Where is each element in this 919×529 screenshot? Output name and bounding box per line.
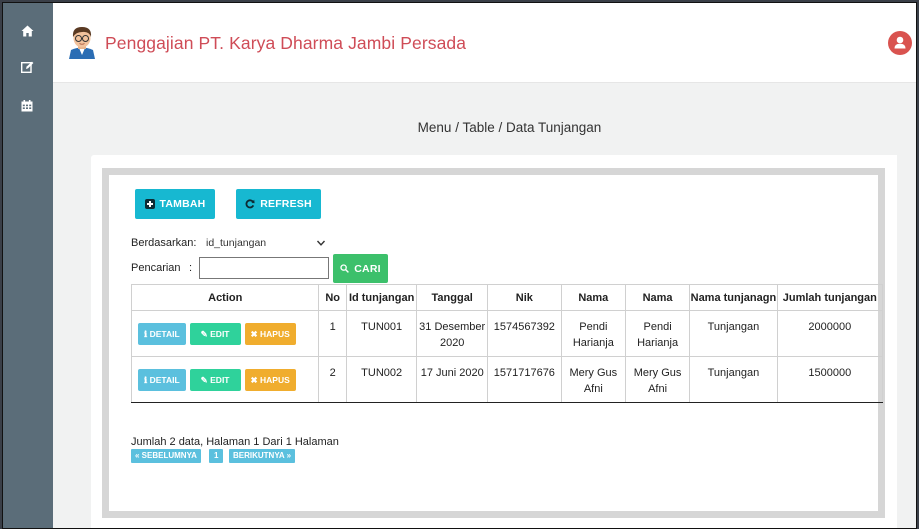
cell-nik: 1571717676	[486, 356, 562, 403]
user-menu-button[interactable]	[888, 31, 912, 55]
tunjangan-table: Action No Id tunjangan Tanggal Nik Nama …	[130, 284, 884, 403]
edit-button[interactable]: ✎ EDIT	[189, 369, 241, 391]
edit-label: EDIT	[210, 329, 230, 339]
cell-tanggal: 31 Desember 2020	[416, 310, 488, 357]
sidebar	[3, 3, 53, 528]
edit-label: EDIT	[210, 375, 230, 385]
data-panel: TAMBAH REFRESH Berdasarkan: id_tunjangan…	[102, 168, 885, 518]
cell-nama-2: Mery Gus Afni	[624, 356, 691, 403]
cell-nama-tunjangan: Tunjangan	[689, 356, 778, 403]
cell-no: 2	[318, 356, 347, 403]
hapus-button[interactable]: ✖ HAPUS	[244, 323, 296, 345]
cell-tanggal: 17 Juni 2020	[416, 356, 488, 403]
header-jumlah-tunjangan: Jumlah tunjangan	[776, 284, 884, 311]
berdasarkan-value: id_tunjangan	[206, 237, 267, 249]
detail-button[interactable]: ℹ DETAIL	[138, 369, 186, 391]
search-input[interactable]	[199, 257, 329, 279]
home-icon[interactable]	[20, 25, 34, 37]
previous-page-button[interactable]: « SEBELUMNYA	[131, 449, 201, 463]
calendar-icon[interactable]	[20, 100, 34, 112]
cell-nama: Mery Gus Afni	[560, 356, 626, 403]
chevron-down-icon	[316, 238, 326, 248]
refresh-button[interactable]: REFRESH	[236, 189, 321, 219]
header-action: Action	[130, 284, 320, 311]
detail-button[interactable]: ℹ DETAIL	[138, 323, 186, 345]
page-1-button[interactable]: 1	[209, 449, 224, 463]
header-nama: Nama	[560, 284, 626, 311]
cell-no: 1	[318, 310, 347, 357]
header-nama-tunjangan: Nama tunjanagn	[689, 284, 778, 311]
next-page-button[interactable]: BERIKUTNYA »	[229, 449, 296, 463]
refresh-icon	[245, 199, 255, 209]
edit-icon[interactable]	[20, 61, 34, 74]
user-icon	[894, 36, 906, 49]
header-nama-2: Nama	[624, 284, 691, 311]
search-icon	[340, 264, 350, 273]
header-no: No	[318, 284, 347, 311]
app-title: Penggajian PT. Karya Dharma Jambi Persad…	[105, 33, 467, 53]
table-row: ℹ DETAIL ✎ EDIT ✖ HAPUS 1 TUN001 31 Desemb…	[130, 310, 884, 357]
cell-jumlah: 1500000	[776, 356, 884, 403]
berdasarkan-label: Berdasarkan:	[131, 237, 197, 249]
hapus-label: HAPUS	[260, 375, 290, 385]
edit-button[interactable]: ✎ EDIT	[189, 323, 241, 345]
berdasarkan-select[interactable]: id_tunjangan	[199, 232, 329, 254]
header-tanggal: Tanggal	[416, 284, 488, 311]
hapus-label: HAPUS	[260, 329, 290, 339]
tambah-label: TAMBAH	[159, 198, 206, 210]
detail-label: DETAIL	[149, 329, 180, 339]
cell-nama-2: Pendi Harianja	[624, 310, 691, 357]
hapus-button[interactable]: ✖ HAPUS	[244, 369, 296, 391]
cell-nik: 1574567392	[486, 310, 562, 357]
cell-nama-tunjangan: Tunjangan	[689, 310, 778, 357]
pagination-summary: Jumlah 2 data, Halaman 1 Dari 1 Halaman	[131, 436, 339, 448]
table-header-row: Action No Id tunjangan Tanggal Nik Nama …	[130, 284, 884, 311]
header-id-tunjangan: Id tunjangan	[345, 284, 418, 311]
app-logo-avatar-icon	[68, 25, 96, 59]
cari-button[interactable]: CARI	[333, 254, 388, 283]
breadcrumb: Menu / Table / Data Tunjangan	[417, 120, 602, 135]
cell-id: TUN002	[345, 356, 418, 403]
top-navbar: Penggajian PT. Karya Dharma Jambi Persad…	[53, 3, 916, 83]
table-row: ℹ DETAIL ✎ EDIT ✖ HAPUS 2 TUN002 17 Juni 2…	[130, 356, 884, 403]
header-nik: Nik	[486, 284, 562, 311]
tambah-button[interactable]: TAMBAH	[135, 189, 215, 219]
action-cell: ℹ DETAIL ✎ EDIT ✖ HAPUS	[130, 356, 320, 403]
detail-label: DETAIL	[149, 375, 180, 385]
cari-label: CARI	[354, 262, 381, 275]
action-cell: ℹ DETAIL ✎ EDIT ✖ HAPUS	[130, 310, 320, 357]
cell-jumlah: 2000000	[776, 310, 884, 357]
refresh-label: REFRESH	[260, 198, 312, 210]
content-card: TAMBAH REFRESH Berdasarkan: id_tunjangan…	[91, 155, 897, 528]
cell-nama: Pendi Harianja	[560, 310, 626, 357]
app-window: Penggajian PT. Karya Dharma Jambi Persad…	[2, 2, 917, 529]
plus-icon	[144, 199, 155, 209]
pencarian-colon: :	[189, 262, 193, 274]
pencarian-label: Pencarian	[131, 262, 181, 274]
cell-id: TUN001	[345, 310, 418, 357]
